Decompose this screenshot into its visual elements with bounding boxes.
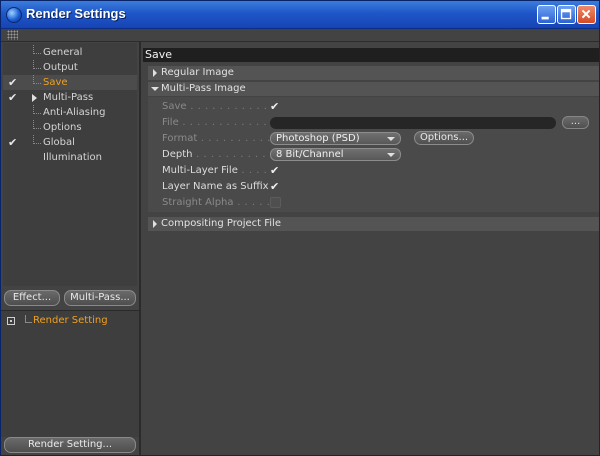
section-multi-pass-image[interactable]: Multi-Pass Image xyxy=(148,82,599,96)
leader-dots: . . . . . . . . . . . . . . . . xyxy=(182,117,274,128)
dropdown-arrow-icon xyxy=(387,137,395,141)
render-settings-window: Render Settings General Output ✔ Save ✔ … xyxy=(0,0,600,456)
render-setting-item[interactable]: Render Setting xyxy=(5,315,135,329)
minimize-icon xyxy=(541,16,549,20)
field-label: Multi-Layer File . . . . . . . . xyxy=(162,163,274,178)
field-label: Format . . . . . . . . . . . . xyxy=(162,131,274,146)
row-save: Save . . . . . . . . . . . . . . ✔ xyxy=(148,99,599,114)
close-icon xyxy=(581,9,591,19)
tree-item-label: Options xyxy=(43,122,82,133)
tree-item-label: Multi-Pass xyxy=(43,92,94,103)
tree-item-anti-aliasing[interactable]: Anti-Aliasing xyxy=(3,105,137,120)
straight-label-text: Straight Alpha xyxy=(162,197,234,208)
row-depth: Depth . . . . . . . . . . . . . . 8 Bit/… xyxy=(148,147,599,162)
settings-tree: General Output ✔ Save ✔ Multi-Pass Anti-… xyxy=(3,43,137,286)
tree-item-label: Anti-Aliasing xyxy=(43,107,106,118)
section-label: Compositing Project File xyxy=(161,218,281,229)
tree-item-global-illumination[interactable]: ✔ Global Illumination xyxy=(3,135,137,163)
row-multi-layer-file: Multi-Layer File . . . . . . . . ✔ xyxy=(148,163,599,178)
effect-button[interactable]: Effect... xyxy=(4,290,60,306)
tree-item-label: Output xyxy=(43,62,78,73)
row-file: File . . . . . . . . . . . . . . . . ... xyxy=(148,115,599,130)
tree-item-options[interactable]: Options xyxy=(3,120,137,135)
minimize-button[interactable] xyxy=(537,5,556,24)
format-dropdown[interactable]: Photoshop (PSD) xyxy=(270,132,401,145)
tree-branch-line xyxy=(33,45,41,54)
file-label-text: File xyxy=(162,117,179,128)
straight-alpha-checkbox[interactable] xyxy=(270,197,281,208)
format-value: Photoshop (PSD) xyxy=(276,133,360,144)
tree-item-save[interactable]: ✔ Save xyxy=(3,75,137,90)
section-label: Multi-Pass Image xyxy=(161,83,246,94)
tree-branch-line xyxy=(33,60,41,69)
collapsed-arrow-icon xyxy=(153,220,157,228)
tree-item-general[interactable]: General xyxy=(3,45,137,60)
collapsed-arrow-icon xyxy=(153,69,157,77)
field-label: Depth . . . . . . . . . . . . . . xyxy=(162,147,274,162)
leader-dots: . . . . . . . . . . . . . . xyxy=(196,149,274,160)
tree-branch-line xyxy=(25,315,32,323)
left-panel: General Output ✔ Save ✔ Multi-Pass Anti-… xyxy=(1,42,139,455)
tree-branch-line xyxy=(33,105,41,114)
field-label: File . . . . . . . . . . . . . . . . xyxy=(162,115,274,130)
field-label: Straight Alpha . . . . . . . . . xyxy=(162,195,274,210)
grip-handle-icon[interactable] xyxy=(7,30,18,40)
tree-branch-line xyxy=(33,135,41,144)
multi-pass-image-body: Save . . . . . . . . . . . . . . ✔ File … xyxy=(148,97,599,212)
browse-file-button[interactable]: ... xyxy=(562,116,589,129)
window-title: Render Settings xyxy=(26,6,126,21)
file-path-input[interactable] xyxy=(270,117,556,129)
leader-dots: . . . . . . . . xyxy=(241,165,274,176)
tree-branch-line xyxy=(33,120,41,129)
row-layer-name-suffix: Layer Name as Suffix . . . ✔ xyxy=(148,179,599,194)
layer-name-suffix-checkbox[interactable]: ✔ xyxy=(270,181,281,192)
save-checkbox[interactable]: ✔ xyxy=(270,101,281,112)
save-label-text: Save xyxy=(162,101,187,112)
tree-item-label: Global Illumination xyxy=(43,137,102,163)
section-label: Regular Image xyxy=(161,67,234,78)
render-setting-list: Render Setting xyxy=(1,310,139,437)
title-bar[interactable]: Render Settings xyxy=(1,1,599,29)
render-setting-button[interactable]: Render Setting... xyxy=(4,437,136,453)
depth-value: 8 Bit/Channel xyxy=(276,149,344,160)
close-button[interactable] xyxy=(577,5,596,24)
multi-pass-button[interactable]: Multi-Pass... xyxy=(64,290,136,306)
expand-arrow-icon[interactable] xyxy=(32,94,37,102)
tree-branch-line xyxy=(33,75,41,84)
depth-label-text: Depth xyxy=(162,149,193,160)
tree-checkbox[interactable]: ✔ xyxy=(8,135,18,150)
tree-checkbox[interactable]: ✔ xyxy=(8,90,18,105)
tree-item-output[interactable]: Output xyxy=(3,60,137,75)
panel-header: Save xyxy=(143,48,599,62)
multi-layer-checkbox[interactable]: ✔ xyxy=(270,165,281,176)
right-panel: Save Regular Image Multi-Pass Image Save… xyxy=(141,42,599,455)
panel-title: Save xyxy=(145,48,173,61)
layername-label-text: Layer Name as Suffix xyxy=(162,181,269,192)
tree-item-label: General xyxy=(43,47,83,58)
tree-item-label: Save xyxy=(43,77,68,88)
format-label-text: Format xyxy=(162,133,198,144)
leader-dots: . . . . . . . . . xyxy=(237,197,274,208)
tree-item-multi-pass[interactable]: ✔ Multi-Pass xyxy=(3,90,137,105)
row-format: Format . . . . . . . . . . . . Photoshop… xyxy=(148,131,599,146)
field-label: Layer Name as Suffix . . . xyxy=(162,179,274,194)
tree-checkbox[interactable]: ✔ xyxy=(8,75,18,90)
multilayer-label-text: Multi-Layer File xyxy=(162,165,238,176)
section-compositing-project-file[interactable]: Compositing Project File xyxy=(148,217,599,231)
expanded-arrow-icon xyxy=(151,87,159,91)
dropdown-arrow-icon xyxy=(387,153,395,157)
leader-dots: . . . . . . . . . . . . . . xyxy=(190,101,274,112)
setting-node-icon xyxy=(7,317,15,325)
leader-dots: . . . . . . . . . . . . xyxy=(200,133,274,144)
format-options-button[interactable]: Options... xyxy=(414,131,474,145)
toolbar-strip xyxy=(1,29,599,42)
maximize-button[interactable] xyxy=(557,5,576,24)
maximize-icon xyxy=(560,8,572,20)
row-straight-alpha: Straight Alpha . . . . . . . . . xyxy=(148,195,599,210)
app-sphere-icon xyxy=(6,7,22,23)
field-label: Save . . . . . . . . . . . . . . xyxy=(162,99,274,114)
depth-dropdown[interactable]: 8 Bit/Channel xyxy=(270,148,401,161)
section-regular-image[interactable]: Regular Image xyxy=(148,66,599,80)
render-setting-label: Render Setting xyxy=(33,315,108,326)
